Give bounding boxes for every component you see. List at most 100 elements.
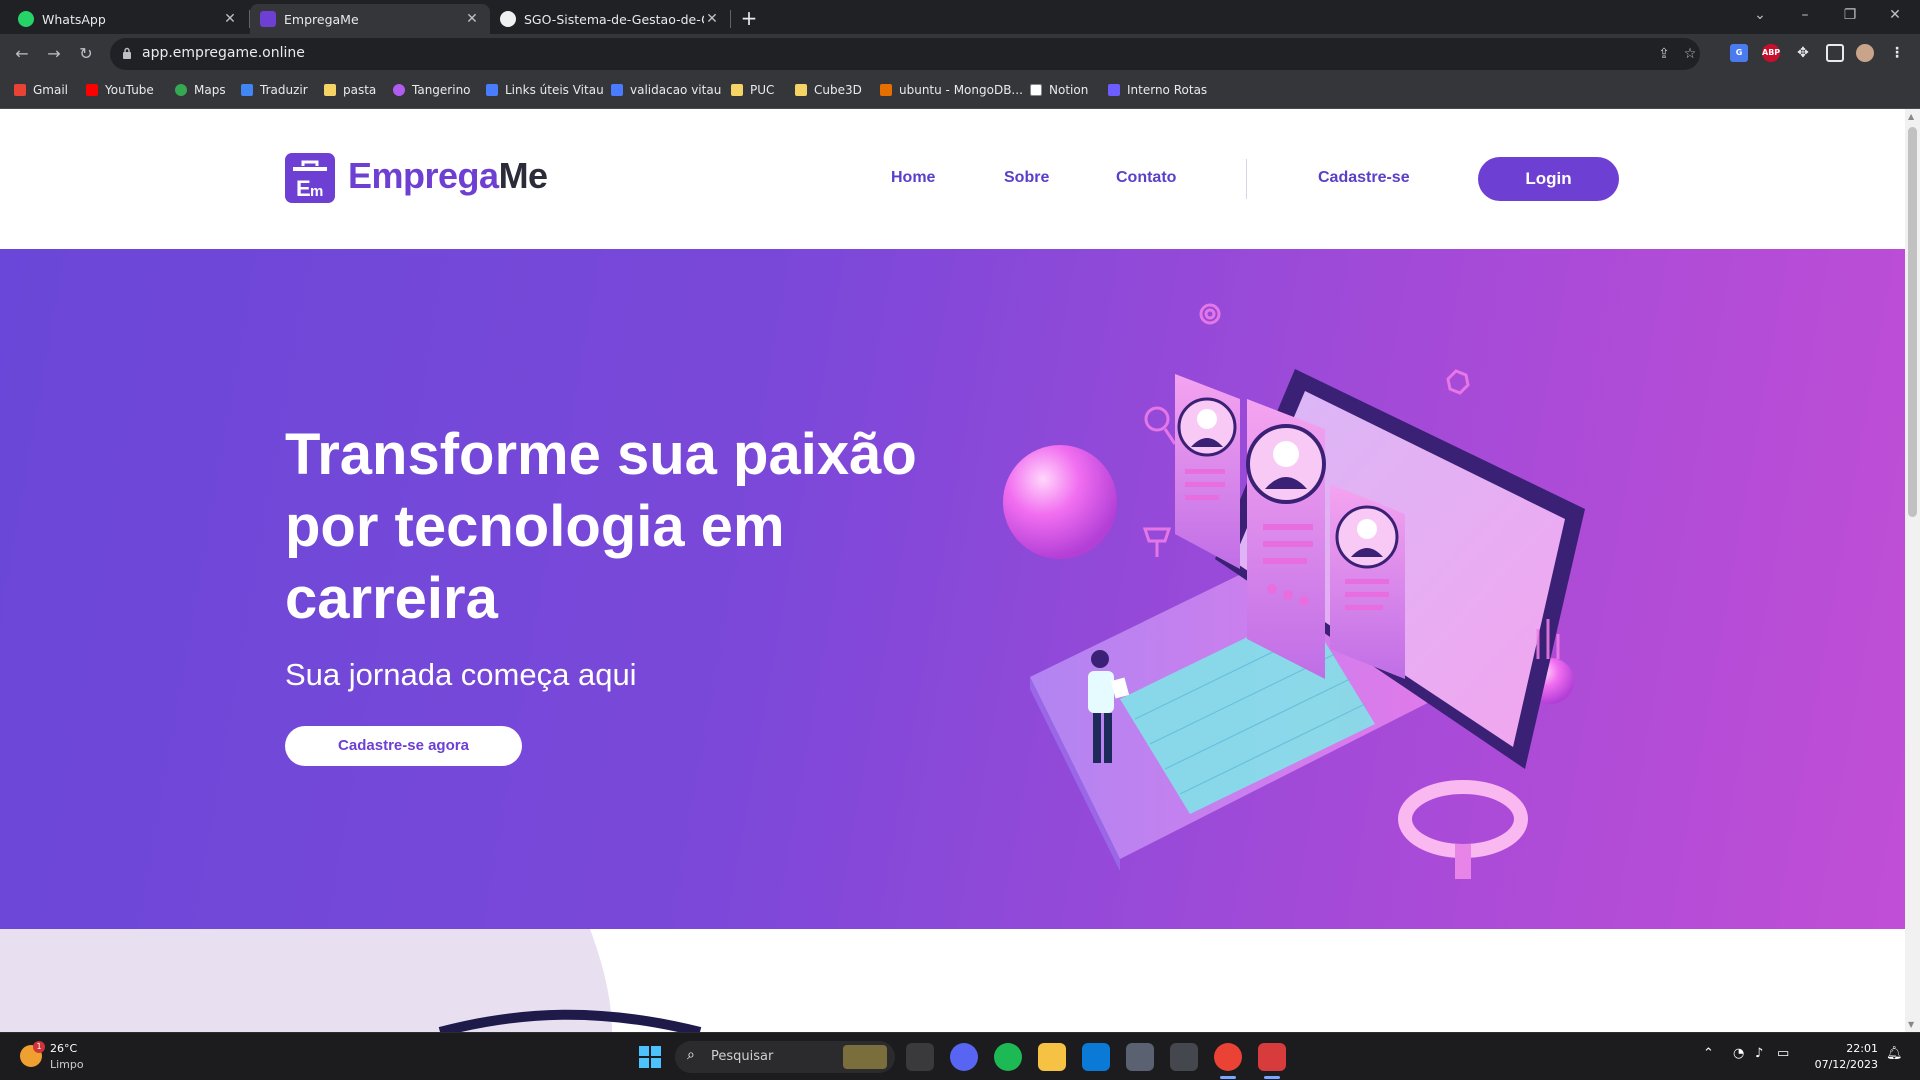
bookmark-label: Interno Rotas — [1127, 83, 1208, 97]
tab-search-icon[interactable]: ⌄ — [1740, 2, 1780, 28]
forward-arrow-icon[interactable]: → — [42, 42, 66, 66]
bookmarks-bar: Gmail YouTube Maps Traduzir pasta Tanger… — [0, 74, 1920, 109]
gmail-icon — [14, 84, 26, 96]
page-scrollbar[interactable]: ▲ ▼ — [1905, 109, 1920, 1032]
minimize-icon[interactable]: – — [1785, 2, 1825, 28]
bookmark-validacao-vitau[interactable]: validacao vitau — [611, 83, 721, 97]
bookmark-puc[interactable]: PUC — [731, 83, 774, 97]
adblock-extension-icon[interactable]: ABP — [1762, 44, 1780, 62]
nav-home-link[interactable]: Home — [891, 169, 935, 187]
youtube-icon — [86, 84, 98, 96]
bookmark-ubuntu-mongodb[interactable]: ubuntu - MongoDB... — [880, 83, 1023, 97]
bookmark-label: ubuntu - MongoDB... — [899, 83, 1023, 97]
bookmark-maps[interactable]: Maps — [175, 83, 226, 97]
battery-icon[interactable]: ▭ — [1777, 1046, 1789, 1061]
snipping-tool-icon[interactable] — [1258, 1043, 1286, 1071]
file-explorer-icon[interactable] — [1038, 1043, 1066, 1071]
candidate-card-1 — [1175, 374, 1240, 569]
close-icon[interactable]: ✕ — [222, 11, 238, 27]
discord-icon[interactable] — [950, 1043, 978, 1071]
volume-icon[interactable]: ♪ — [1755, 1046, 1763, 1061]
back-arrow-icon[interactable]: ← — [10, 42, 34, 66]
brand-part-2: Me — [498, 155, 549, 196]
vitau-icon — [486, 84, 498, 96]
laptop-candidates-illustration — [1003, 303, 1585, 879]
vitau-icon — [611, 84, 623, 96]
tray-chevron-icon[interactable]: ⌃ — [1703, 1046, 1714, 1061]
windows-start-icon[interactable] — [636, 1043, 664, 1071]
task-view-icon[interactable] — [906, 1043, 934, 1071]
bookmark-label: Maps — [194, 83, 226, 97]
system-clock[interactable]: 22:01 07/12/2023 — [1812, 1041, 1878, 1073]
java-icon — [880, 84, 892, 96]
taskbar-search-box[interactable]: ⌕ Pesquisar — [675, 1041, 895, 1073]
notification-bell-icon[interactable]: 🔔︎ — [1886, 1046, 1903, 1061]
new-tab-button[interactable]: + — [738, 6, 760, 30]
rotas-icon — [1108, 84, 1120, 96]
puzzle-extensions-icon[interactable]: ✥ — [1794, 44, 1812, 62]
bookmark-traduzir[interactable]: Traduzir — [241, 83, 308, 97]
hero-section: Transforme sua paixão por tecnologia em … — [0, 249, 1905, 929]
active-app-indicator — [1264, 1076, 1280, 1079]
bookmark-label: Traduzir — [260, 83, 308, 97]
login-button[interactable]: Login — [1478, 157, 1619, 201]
weather-temperature[interactable]: 26°C — [50, 1042, 77, 1055]
restore-icon[interactable]: ❐ — [1830, 2, 1870, 28]
spotify-icon[interactable] — [994, 1043, 1022, 1071]
tab-whatsapp[interactable]: WhatsApp ✕ — [8, 4, 248, 34]
bookmark-label: Links úteis Vitau — [505, 83, 604, 97]
address-bar[interactable]: app.empregame.online ⇪ ☆ — [110, 38, 1700, 70]
bookmark-interno-rotas[interactable]: Interno Rotas — [1108, 83, 1207, 97]
weather-condition[interactable]: Limpo — [50, 1058, 84, 1071]
scrollbar-thumb[interactable] — [1908, 127, 1917, 517]
scroll-down-icon[interactable]: ▼ — [1908, 1020, 1914, 1029]
profile-avatar[interactable] — [1856, 44, 1874, 62]
tangerino-icon — [393, 84, 405, 96]
brand-logo-icon[interactable]: E m — [285, 153, 335, 203]
bookmark-cube3d[interactable]: Cube3D — [795, 83, 862, 97]
tab-title: EmpregaMe — [284, 11, 359, 27]
bookmark-label: YouTube — [105, 83, 154, 97]
clock-time: 22:01 — [1846, 1042, 1878, 1055]
bookmark-notion[interactable]: Notion — [1030, 83, 1088, 97]
bookmark-links-vitau[interactable]: Links úteis Vitau — [486, 83, 604, 97]
features-section-preview — [0, 929, 1905, 1032]
maps-icon — [175, 84, 187, 96]
bookmark-label: Gmail — [33, 83, 69, 97]
bookmark-tangerino[interactable]: Tangerino — [393, 83, 471, 97]
tab-empregame[interactable]: EmpregaMe ✕ — [250, 4, 490, 34]
wifi-icon[interactable]: ◔ — [1733, 1046, 1744, 1061]
close-window-icon[interactable]: ✕ — [1875, 2, 1915, 28]
vscode-icon[interactable] — [1082, 1043, 1110, 1071]
bookmark-label: Cube3D — [814, 83, 862, 97]
nav-cadastre-link[interactable]: Cadastre-se — [1318, 169, 1410, 187]
tab-github[interactable]: SGO-Sistema-de-Gestao-de-ON ✕ — [490, 4, 730, 34]
side-panel-icon[interactable] — [1826, 44, 1844, 62]
bookmark-gmail[interactable]: Gmail — [14, 83, 68, 97]
brand-wordmark[interactable]: EmpregaMe — [348, 155, 548, 197]
scroll-up-icon[interactable]: ▲ — [1908, 112, 1914, 121]
brand-part-1: Emprega — [348, 155, 499, 196]
bookmark-label: pasta — [343, 83, 377, 97]
bookmark-label: validacao vitau — [630, 83, 722, 97]
close-icon[interactable]: ✕ — [464, 11, 480, 27]
candidate-card-3 — [1330, 484, 1405, 679]
tab-separator — [730, 10, 731, 28]
page-viewport: E m EmpregaMe Home Sobre Contato Cadastr… — [0, 109, 1905, 1032]
bookmark-pasta[interactable]: pasta — [324, 83, 376, 97]
calculator-icon[interactable] — [1126, 1043, 1154, 1071]
nav-sobre-link[interactable]: Sobre — [1004, 169, 1049, 187]
nav-contato-link[interactable]: Contato — [1116, 169, 1176, 187]
bookmark-label: PUC — [750, 83, 775, 97]
menu-kebab-icon[interactable]: ⋮ — [1888, 44, 1906, 62]
share-icon[interactable]: ⇪ — [1655, 46, 1673, 62]
chrome-icon[interactable] — [1214, 1043, 1242, 1071]
bookmark-youtube[interactable]: YouTube — [86, 83, 154, 97]
translate-extension-icon[interactable]: G — [1730, 44, 1748, 62]
bookmark-star-icon[interactable]: ☆ — [1681, 46, 1699, 62]
signup-now-button[interactable]: Cadastre-se agora — [285, 726, 522, 766]
close-icon[interactable]: ✕ — [704, 11, 720, 27]
audio-app-icon[interactable] — [1170, 1043, 1198, 1071]
reload-icon[interactable]: ↻ — [74, 42, 98, 66]
folder-icon — [324, 84, 336, 96]
